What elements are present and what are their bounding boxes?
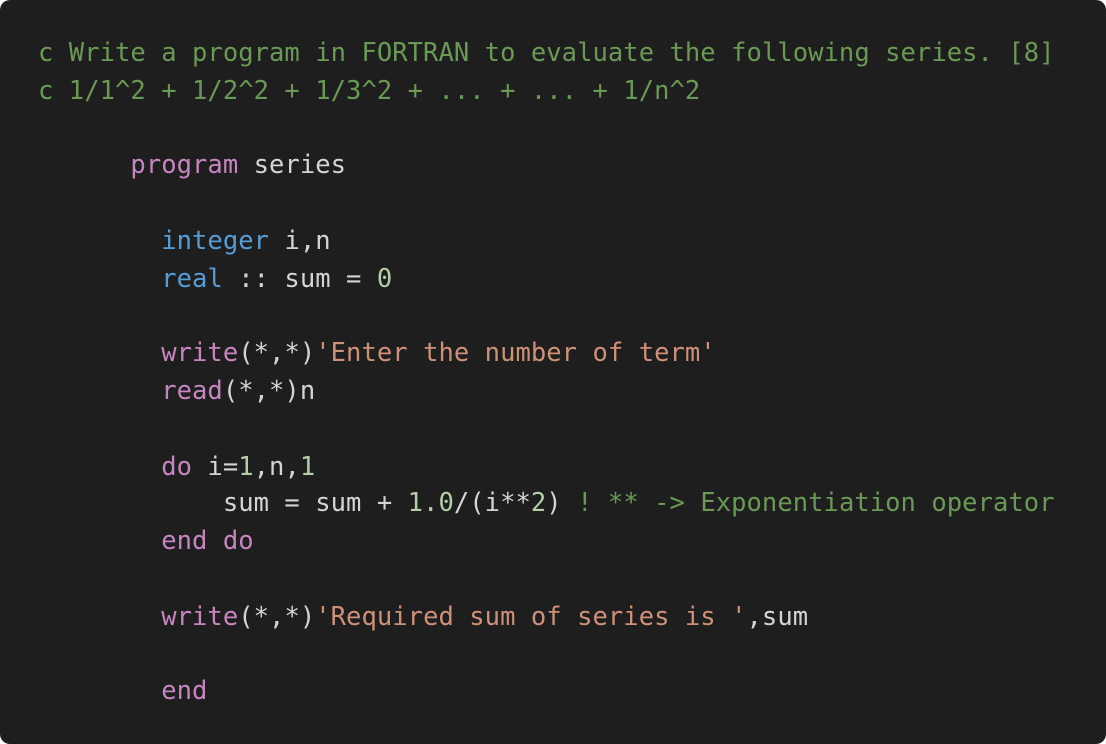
code-line-end-do: end do: [38, 526, 254, 556]
code-token-ident: (*,*)n: [222, 376, 316, 406]
code-token-ident: i=: [192, 452, 239, 482]
code-token-comment: c Write a program in FORTRAN to evaluate…: [38, 38, 1055, 68]
code-token-keyword: read: [161, 376, 223, 406]
code-token-number: 0: [376, 264, 393, 294]
code-token-ident: [38, 264, 161, 294]
code-token-ident: ,sum: [746, 602, 809, 632]
code-token-keyword: write: [161, 602, 239, 632]
code-line-integer-decl: integer i,n: [38, 226, 331, 256]
code-token-ident: ): [546, 488, 578, 518]
code-token-ident: [38, 526, 161, 556]
code-line-write-prompt: write(*,*)'Enter the number of term': [38, 338, 716, 368]
code-token-ident: i,n: [269, 226, 331, 256]
code-token-ident: [38, 602, 161, 632]
code-token-keyword: end: [161, 676, 208, 706]
code-token-string: 'Enter the number of term': [315, 338, 716, 368]
code-line-comment-1: c Write a program in FORTRAN to evaluate…: [38, 38, 1055, 68]
code-token-ident: [38, 676, 161, 706]
code-token-ident: [38, 150, 130, 180]
code-block: c Write a program in FORTRAN to evaluate…: [0, 0, 1106, 744]
code-line-do-loop: do i=1,n,1: [38, 452, 315, 482]
code-line-write-result: write(*,*)'Required sum of series is ',s…: [38, 602, 808, 632]
code-token-ident: [38, 226, 161, 256]
code-token-keyword: program: [130, 150, 239, 180]
code-token-ident: sum = sum +: [38, 488, 408, 518]
code-token-ident: [38, 338, 161, 368]
code-token-number: 2: [530, 488, 547, 518]
code-token-number: 1: [238, 452, 254, 482]
code-token-type: real: [161, 264, 223, 294]
code-token-ident: /(i**: [453, 488, 531, 518]
code-line-end: end: [38, 676, 207, 706]
code-token-number: 1: [299, 452, 316, 482]
code-token-string: 'Required sum of series is ': [315, 602, 747, 632]
code-line-sum-update: sum = sum + 1.0/(i**2) ! ** -> Exponenti…: [38, 488, 1055, 518]
code-token-ident: ,n,: [253, 452, 300, 482]
code-token-keyword: write: [161, 338, 239, 368]
code-token-ident: [38, 452, 161, 482]
code-token-type: integer: [161, 226, 270, 256]
code-token-keyword: end do: [161, 526, 254, 556]
code-token-ident: :: sum =: [222, 264, 377, 294]
code-token-number: 1.0: [407, 488, 454, 518]
code-token-ident: (*,*): [238, 602, 316, 632]
code-token-ident: (*,*): [238, 338, 316, 368]
code-line-read: read(*,*)n: [38, 376, 315, 406]
code-token-comment: c 1/1^2 + 1/2^2 + 1/3^2 + ... + ... + 1/…: [38, 76, 701, 106]
code-line-program: program series: [38, 150, 346, 180]
code-token-ident: series: [238, 150, 347, 180]
code-token-ident: [38, 376, 161, 406]
code-token-comment: ! ** -> Exponentiation operator: [577, 488, 1055, 518]
code-line-comment-2: c 1/1^2 + 1/2^2 + 1/3^2 + ... + ... + 1/…: [38, 76, 700, 106]
code-token-keyword: do: [161, 452, 193, 482]
code-line-real-decl: real :: sum = 0: [38, 264, 392, 294]
